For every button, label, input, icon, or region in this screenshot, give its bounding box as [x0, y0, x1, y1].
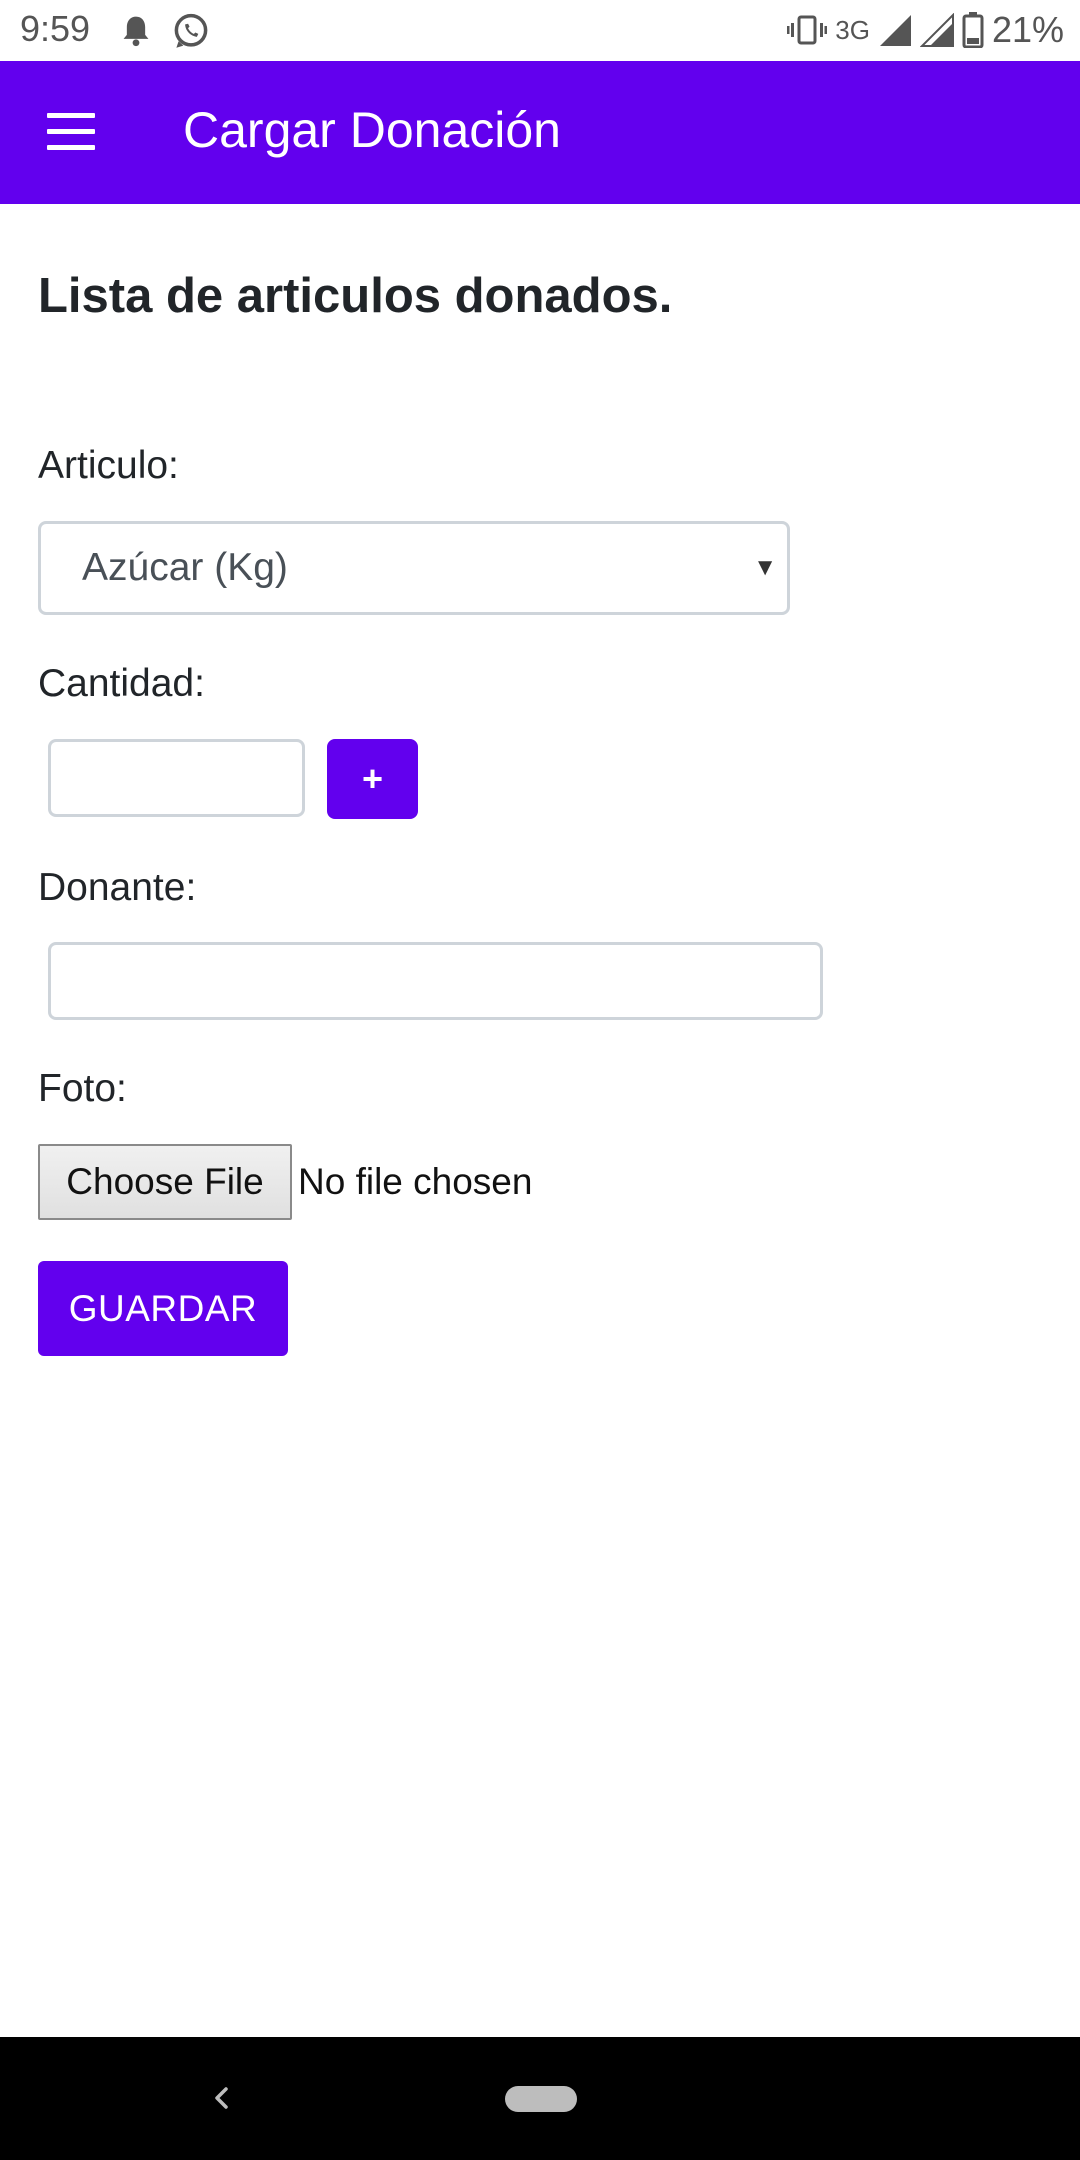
file-status-text: No file chosen — [298, 1161, 533, 1202]
vibrate-icon — [787, 15, 828, 45]
add-item-button[interactable]: + — [327, 739, 418, 819]
cantidad-input[interactable] — [48, 739, 305, 817]
status-bar: 9:59 3G 21% — [0, 0, 1080, 61]
donante-label: Donante: — [38, 866, 197, 909]
dropdown-arrow-icon: ▼ — [753, 554, 777, 581]
choose-file-button[interactable]: Choose File — [38, 1144, 292, 1220]
articulo-select[interactable]: Azúcar (Kg) ▼ — [38, 521, 790, 615]
status-right-group: 3G 21% — [787, 8, 1064, 52]
page-title: Lista de articulos donados. — [38, 269, 673, 323]
signal-icon — [879, 15, 911, 46]
hamburger-menu-icon[interactable] — [47, 113, 95, 151]
foto-label: Foto: — [38, 1067, 127, 1110]
cantidad-label: Cantidad: — [38, 662, 205, 705]
articulo-selected-value: Azúcar (Kg) — [82, 546, 288, 589]
whatsapp-icon — [174, 13, 208, 48]
bell-icon — [123, 16, 149, 47]
app-bar: Cargar Donación — [0, 61, 1080, 204]
articulo-label: Articulo: — [38, 444, 179, 487]
donante-input[interactable] — [48, 942, 823, 1020]
screen: 9:59 3G 21% Cargar Donación Lista de art… — [0, 0, 1080, 2160]
back-icon[interactable] — [206, 2075, 236, 2121]
file-input: Choose File No file chosen — [38, 1143, 532, 1221]
save-button[interactable]: GUARDAR — [38, 1261, 288, 1356]
network-type: 3G — [835, 14, 870, 45]
navigation-bar — [0, 2037, 1080, 2160]
battery-percent: 21% — [991, 9, 1064, 50]
home-pill-icon[interactable] — [505, 2086, 577, 2112]
signal-icon — [919, 13, 954, 47]
status-time: 9:59 — [20, 8, 91, 49]
app-title: Cargar Donación — [183, 102, 561, 158]
battery-icon — [962, 12, 984, 48]
